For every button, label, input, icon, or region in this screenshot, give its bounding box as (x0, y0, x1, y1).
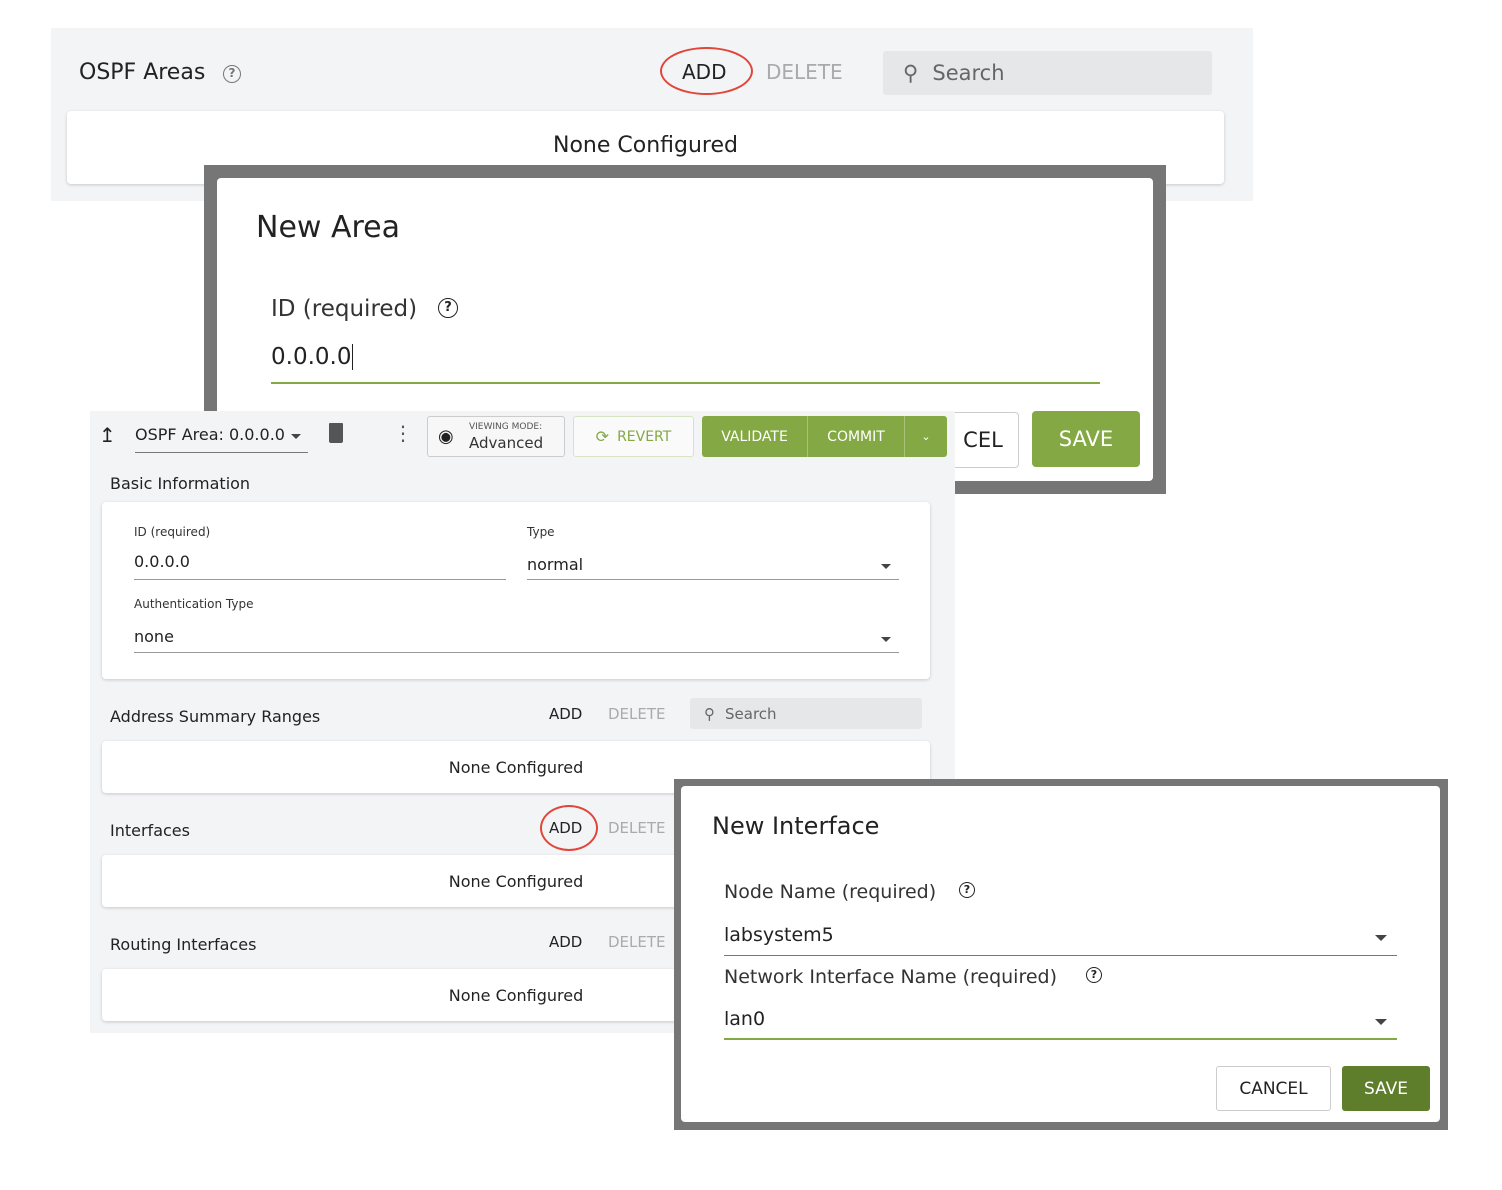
search-input[interactable]: ⚲ Search (690, 698, 922, 729)
auth-type-select[interactable]: none (134, 627, 174, 646)
search-placeholder: Search (725, 704, 777, 723)
search-icon: ⚲ (903, 61, 919, 85)
cancel-label: CANCEL (1239, 1078, 1308, 1099)
revert-button[interactable]: ⟳ REVERT (573, 416, 694, 457)
delete-interface-button[interactable]: DELETE (608, 819, 666, 837)
chevron-down-icon (291, 434, 301, 439)
delete-area-button[interactable]: DELETE (766, 60, 843, 84)
save-label: SAVE (1058, 427, 1114, 451)
search-input[interactable]: ⚲ Search (883, 51, 1212, 95)
more-vert-icon[interactable]: ⋮ (393, 423, 413, 443)
chevron-down-icon (881, 564, 891, 569)
empty-text: None Configured (448, 871, 584, 891)
empty-text: None Configured (448, 985, 584, 1005)
add-range-button[interactable]: ADD (549, 705, 582, 723)
node-name-select[interactable]: labsystem5 (724, 924, 834, 946)
type-label: Type (527, 525, 555, 539)
id-underline (134, 579, 506, 580)
validate-label: VALIDATE (721, 428, 788, 445)
empty-text: None Configured (553, 133, 738, 158)
viewing-mode-value: Advanced (469, 434, 544, 452)
cancel-label: CEL (963, 428, 1003, 452)
eye-icon: ◉ (438, 426, 454, 447)
id-label: ID (required) (271, 296, 418, 322)
id-input[interactable]: 0.0.0.0 (134, 552, 190, 571)
type-select[interactable]: normal (527, 555, 583, 574)
delete-range-button[interactable]: DELETE (608, 705, 666, 723)
refresh-icon: ⟳ (595, 427, 610, 446)
dialog-title: New Area (256, 210, 401, 245)
empty-text: None Configured (448, 757, 584, 777)
id-input-underline (271, 382, 1100, 384)
help-icon[interactable]: ? (438, 298, 458, 318)
chevron-down-icon (1375, 1019, 1387, 1025)
add-routing-interface-button[interactable]: ADD (549, 933, 582, 951)
basic-info-card: ID (required) 0.0.0.0 Type normal Authen… (102, 502, 930, 679)
validate-commit-group: VALIDATE COMMIT ⌄ (702, 416, 947, 457)
dialog-title: New Interface (712, 812, 880, 840)
chevron-down-icon (1375, 935, 1387, 941)
new-interface-dialog: New Interface Node Name (required) ? lab… (681, 786, 1440, 1122)
basic-info-title: Basic Information (110, 474, 251, 493)
address-summary-title: Address Summary Ranges (110, 707, 321, 726)
panel-title: OSPF Areas (79, 60, 206, 85)
search-icon: ⚲ (704, 704, 715, 723)
help-icon[interactable]: ? (959, 882, 975, 898)
commit-button[interactable]: COMMIT (808, 416, 905, 457)
viewing-mode-button[interactable]: ◉ VIEWING MODE: Advanced (427, 416, 565, 457)
save-button[interactable]: SAVE (1032, 411, 1140, 467)
validate-button[interactable]: VALIDATE (702, 416, 808, 457)
add-interface-button[interactable]: ADD (549, 819, 582, 837)
routing-interfaces-title: Routing Interfaces (110, 935, 257, 954)
id-label: ID (required) (134, 525, 211, 539)
interfaces-title: Interfaces (110, 821, 190, 840)
add-area-button[interactable]: ADD (682, 60, 726, 84)
save-label: SAVE (1363, 1078, 1409, 1099)
breadcrumb-select[interactable]: OSPF Area: 0.0.0.0 (135, 425, 308, 453)
viewing-mode-label: VIEWING MODE: (469, 422, 543, 432)
trash-icon[interactable] (329, 423, 343, 443)
commit-options-chevron-icon[interactable]: ⌄ (905, 416, 947, 457)
revert-label: REVERT (617, 428, 672, 445)
cancel-button[interactable]: CANCEL (1216, 1066, 1331, 1111)
commit-label: COMMIT (827, 428, 885, 445)
breadcrumb: OSPF Area: 0.0.0.0 (135, 425, 285, 444)
auth-underline (134, 652, 899, 653)
nic-name-label: Network Interface Name (required) (724, 966, 1058, 988)
id-input[interactable]: 0.0.0.0 (271, 344, 354, 370)
help-icon[interactable]: ? (1086, 967, 1102, 983)
chevron-down-icon (881, 637, 891, 642)
type-underline (527, 579, 899, 580)
search-placeholder: Search (932, 61, 1005, 85)
node-name-label: Node Name (required) (724, 881, 937, 903)
nic-underline (724, 1038, 1397, 1040)
auth-type-label: Authentication Type (134, 597, 254, 611)
delete-routing-interface-button[interactable]: DELETE (608, 933, 666, 951)
back-arrow-icon[interactable]: ↥ (99, 423, 116, 447)
save-button[interactable]: SAVE (1342, 1066, 1430, 1111)
help-icon[interactable]: ? (223, 65, 241, 83)
cancel-button[interactable]: CEL (947, 412, 1019, 468)
node-underline (724, 955, 1397, 956)
nic-name-select[interactable]: lan0 (724, 1008, 765, 1030)
